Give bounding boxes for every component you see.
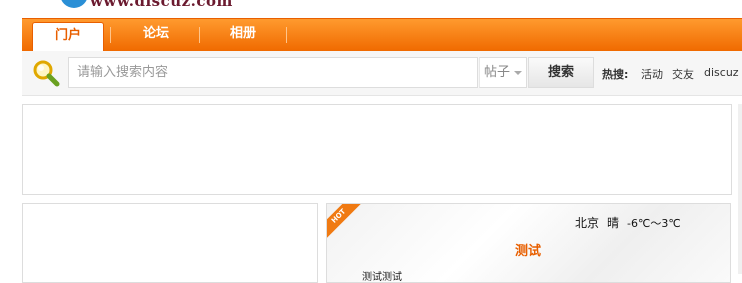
hot-ribbon: HOT xyxy=(327,204,365,243)
logo-text[interactable]: www.discuz.com xyxy=(90,0,233,10)
search-type-select[interactable]: 帖子 xyxy=(479,57,527,88)
logo-strip: www.discuz.com xyxy=(0,0,742,18)
search-icon xyxy=(33,60,60,87)
main-nav: 门户 论坛 相册 xyxy=(22,18,742,52)
featured-panel: HOT 北京 晴 -6℃～3℃ 测试 测试测试 xyxy=(326,203,731,283)
tab-album[interactable]: 相册 xyxy=(205,19,281,51)
hot-link-discuz[interactable]: discuz xyxy=(704,66,739,79)
weather-condition: 晴 xyxy=(607,216,620,230)
right-scroll-edge xyxy=(738,104,742,274)
nav-divider xyxy=(286,27,287,43)
banner-panel xyxy=(22,104,732,195)
hot-link-social[interactable]: 交友 xyxy=(672,66,694,82)
search-input[interactable] xyxy=(69,58,479,87)
search-bar: 帖子 搜索 热搜: 活动 交友 discuz xyxy=(22,51,742,96)
featured-text[interactable]: 测试测试 xyxy=(362,268,402,282)
hot-search-label: 热搜: xyxy=(602,68,629,81)
nav-divider xyxy=(199,27,200,43)
search-type-value: 帖子 xyxy=(484,65,511,80)
logo-icon xyxy=(60,0,88,8)
chevron-down-icon xyxy=(514,71,522,75)
hot-link-activity[interactable]: 活动 xyxy=(641,66,663,82)
weather-city: 北京 xyxy=(575,216,600,230)
weather-temperature: -6℃～3℃ xyxy=(627,217,681,230)
search-box xyxy=(68,57,479,88)
search-button[interactable]: 搜索 xyxy=(528,57,594,88)
nav-divider xyxy=(110,27,111,43)
left-panel xyxy=(22,203,318,283)
featured-title[interactable]: 测试 xyxy=(515,240,541,259)
tab-forum[interactable]: 论坛 xyxy=(118,19,194,51)
tab-portal[interactable]: 门户 xyxy=(32,22,104,52)
